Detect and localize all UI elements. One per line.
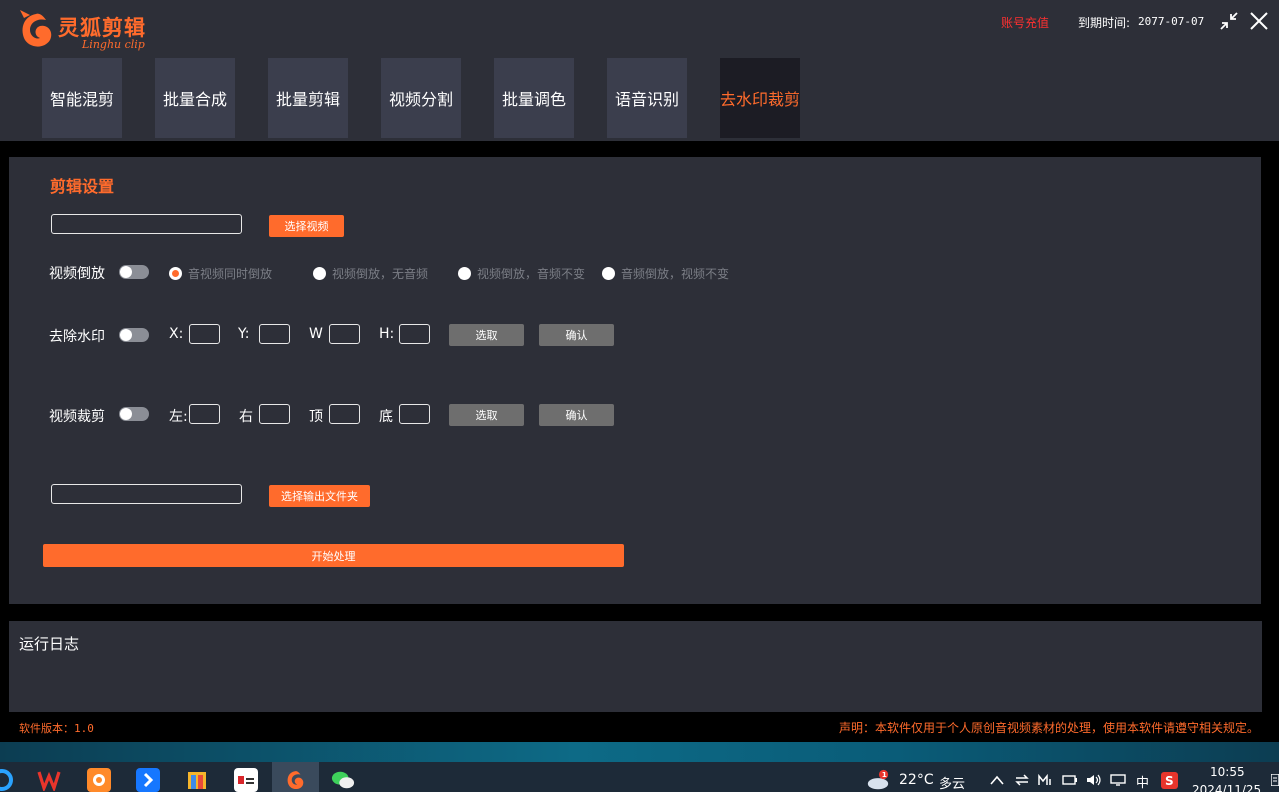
output-path-input[interactable] [51,484,242,504]
radio-label: 音视频同时倒放 [188,267,273,281]
crop-left-label: 左: [169,409,188,425]
expiry-value: 2077-07-07 [1138,15,1205,28]
wps-office-icon[interactable] [37,768,61,792]
crop-top-label: 顶 [309,409,323,425]
radio-dot [313,267,326,280]
network-meter-icon[interactable] [1038,774,1052,786]
fox-app-icon[interactable] [87,768,111,792]
chevron-up-icon[interactable] [990,774,1004,786]
display-icon[interactable] [1110,774,1126,786]
crop-left-input[interactable] [189,404,220,424]
clock-time[interactable]: 10:55 [1210,765,1245,779]
watermark-x-label: X: [169,326,184,342]
crop-right-input[interactable] [259,404,290,424]
watermark-toggle[interactable] [119,328,149,342]
notification-icon[interactable] [1271,774,1279,786]
crop-select-button[interactable]: 选取 [449,404,524,426]
tab-watermark-crop[interactable]: 去水印裁剪 [720,58,800,138]
file-archive-icon[interactable] [185,768,209,792]
log-title: 运行日志 [19,635,80,653]
watermark-confirm-button[interactable]: 确认 [539,324,614,346]
weather-temperature: 22°C [899,772,934,788]
tab-smart-mix[interactable]: 智能混剪 [42,58,122,138]
radio-dot [169,267,182,280]
taskbar: 1 22°C 多云 中 S 10:55 2024/11/25 [0,762,1279,792]
settings-title: 剪辑设置 [50,177,115,196]
reverse-option-video-no-audio[interactable]: 视频倒放，无音频 [313,265,428,282]
radio-dot [602,267,615,280]
fox-logo-icon [20,10,52,47]
watermark-y-input[interactable] [259,324,290,344]
tab-speech-recognition[interactable]: 语音识别 [607,58,687,138]
crop-bottom-label: 底 [379,409,393,425]
crop-bottom-input[interactable] [399,404,430,424]
toggle-knob [120,408,132,420]
desktop-background [0,742,1279,762]
watermark-select-button[interactable]: 选取 [449,324,524,346]
app-window: 灵狐剪辑 Linghu clip 账号充值 到期时间: 2077-07-07 智… [0,0,1279,742]
watermark-h-input[interactable] [399,324,430,344]
radio-dot [458,267,471,280]
reverse-option-video-keep-audio[interactable]: 视频倒放，音频不变 [458,265,585,282]
tab-batch-merge[interactable]: 批量合成 [155,58,235,138]
toggle-knob [120,329,132,341]
app-subtitle: Linghu clip [82,38,145,51]
watermark-w-label: W [309,326,323,342]
volume-icon[interactable] [1086,774,1102,786]
close-icon[interactable] [1247,9,1271,33]
crop-toggle[interactable] [119,407,149,421]
shrink-window-icon[interactable] [1217,9,1241,33]
linghu-clip-taskbar-icon[interactable] [283,768,307,792]
reverse-label: 视频倒放 [49,266,105,282]
recharge-link[interactable]: 账号充值 [1001,14,1049,31]
weather-badge: 1 [882,770,887,779]
tab-video-split[interactable]: 视频分割 [381,58,461,138]
header: 灵狐剪辑 Linghu clip 账号充值 到期时间: 2077-07-07 智… [0,0,1279,141]
cloudy-weather-icon[interactable]: 1 [866,768,890,792]
document-app-icon[interactable] [234,768,258,792]
weather-description: 多云 [939,777,966,792]
reverse-option-audio-keep-video[interactable]: 音频倒放，视频不变 [602,265,729,282]
sogou-input-icon[interactable]: S [1161,772,1178,789]
logo: 灵狐剪辑 Linghu clip [18,8,158,52]
crop-top-input[interactable] [329,404,360,424]
reverse-option-both[interactable]: 音视频同时倒放 [169,265,272,282]
sync-icon[interactable] [1015,774,1029,786]
expiry-label: 到期时间: [1078,16,1131,30]
radio-label: 音频倒放，视频不变 [621,267,730,281]
video-path-input[interactable] [51,214,242,234]
choose-output-folder-button[interactable]: 选择输出文件夹 [269,485,370,507]
edge-browser-icon[interactable] [0,768,14,792]
tab-batch-edit[interactable]: 批量剪辑 [268,58,348,138]
wechat-icon[interactable] [331,768,355,792]
tab-batch-color[interactable]: 批量调色 [494,58,574,138]
run-log-panel: 运行日志 [9,621,1262,712]
radio-label: 视频倒放，无音频 [332,267,429,281]
watermark-h-label: H: [379,326,395,342]
watermark-label: 去除水印 [49,329,105,345]
ime-indicator[interactable]: 中 [1136,772,1149,791]
software-version: 软件版本：1.0 [19,722,94,735]
clock-date[interactable]: 2024/11/25 [1192,783,1261,792]
choose-video-button[interactable]: 选择视频 [269,215,344,237]
toggle-knob [120,266,132,278]
watermark-x-input[interactable] [189,324,220,344]
svg-text:S: S [1165,774,1174,788]
crop-label: 视频裁剪 [49,409,105,425]
disclaimer: 声明：本软件仅用于个人原创音视频素材的处理，使用本软件请遵守相关规定。 [838,721,1259,735]
start-processing-button[interactable]: 开始处理 [43,544,624,567]
edit-settings-panel: 剪辑设置 选择视频 视频倒放 音视频同时倒放 视频倒放，无音频 视频倒放，音频不… [9,157,1261,604]
watermark-w-input[interactable] [329,324,360,344]
reverse-toggle[interactable] [119,265,149,279]
battery-icon[interactable] [1062,774,1078,786]
crop-right-label: 右 [239,409,253,425]
crop-confirm-button[interactable]: 确认 [539,404,614,426]
watermark-y-label: Y: [238,326,250,342]
chat-app-icon[interactable] [136,768,160,792]
radio-label: 视频倒放，音频不变 [477,267,586,281]
